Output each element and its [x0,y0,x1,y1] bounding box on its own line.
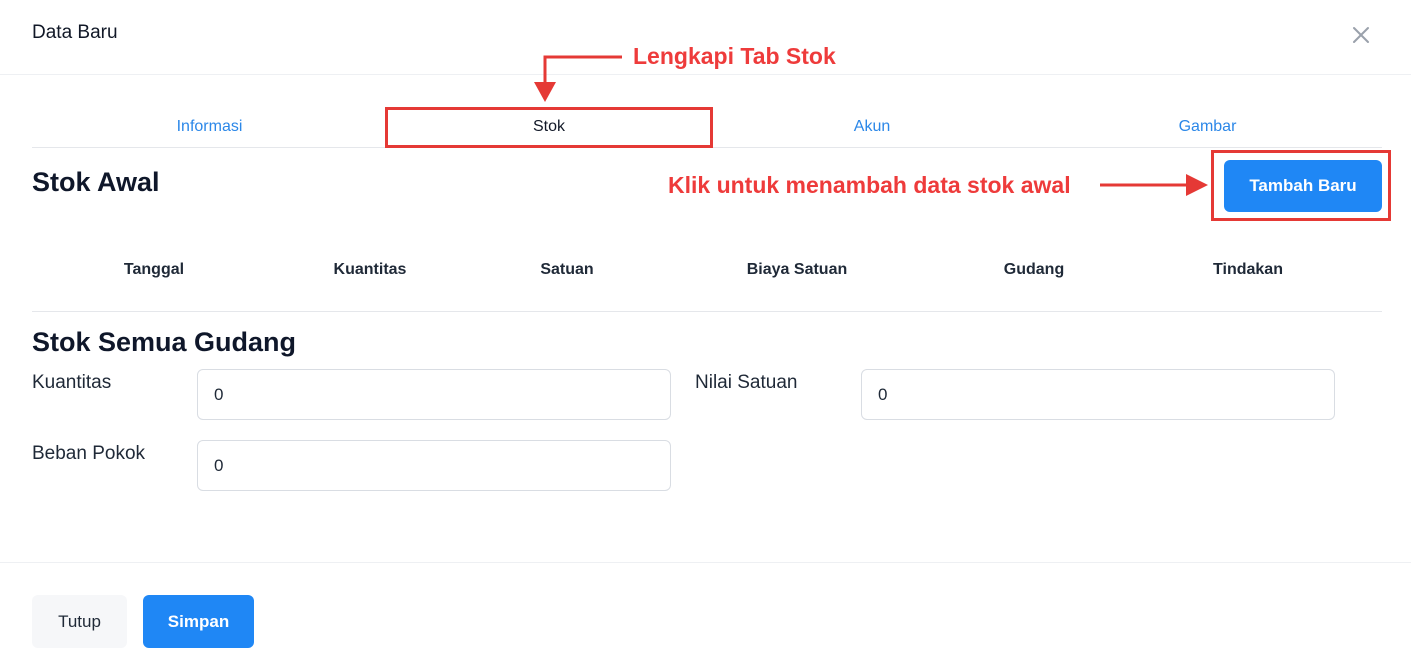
column-header-biaya-satuan[interactable]: Biaya Satuan [707,261,887,279]
modal-footer: Tutup Simpan [0,562,1411,672]
column-header-kuantitas[interactable]: Kuantitas [280,261,460,279]
annotation-button-hint: Klik untuk menambah data stok awal [668,172,1071,198]
simpan-button[interactable]: Simpan [143,595,254,648]
annotation-tab-hint: Lengkapi Tab Stok [633,43,836,69]
nilai-satuan-input[interactable] [861,369,1335,420]
column-header-tindakan[interactable]: Tindakan [1158,261,1338,279]
modal-title: Data Baru [32,22,118,43]
beban-pokok-label: Beban Pokok [32,443,146,464]
kuantitas-input[interactable] [197,369,671,420]
close-icon [1353,27,1369,43]
tutup-button[interactable]: Tutup [32,595,127,648]
annotation-box-tambah-baru [1211,150,1391,221]
stok-awal-title: Stok Awal [32,167,160,197]
tab-akun[interactable]: Akun [711,106,1033,148]
tab-gambar[interactable]: Gambar [1033,106,1382,148]
nilai-satuan-label: Nilai Satuan [695,372,798,393]
tab-informasi[interactable]: Informasi [32,106,387,148]
close-button[interactable] [1346,20,1376,50]
modal-dialog: Data Baru Informasi Stok Akun Gambar Sto… [0,0,1411,672]
stok-semua-gudang-title: Stok Semua Gudang [32,327,297,357]
stok-awal-table-header: Tanggal Kuantitas Satuan Biaya Satuan Gu… [32,250,1382,312]
arrow-icon-button [1100,174,1208,196]
column-header-tanggal[interactable]: Tanggal [64,261,244,279]
column-header-satuan[interactable]: Satuan [477,261,657,279]
annotation-box-tab-stok [385,107,713,148]
beban-pokok-input[interactable] [197,440,671,491]
kuantitas-label: Kuantitas [32,372,112,393]
column-header-gudang[interactable]: Gudang [944,261,1124,279]
